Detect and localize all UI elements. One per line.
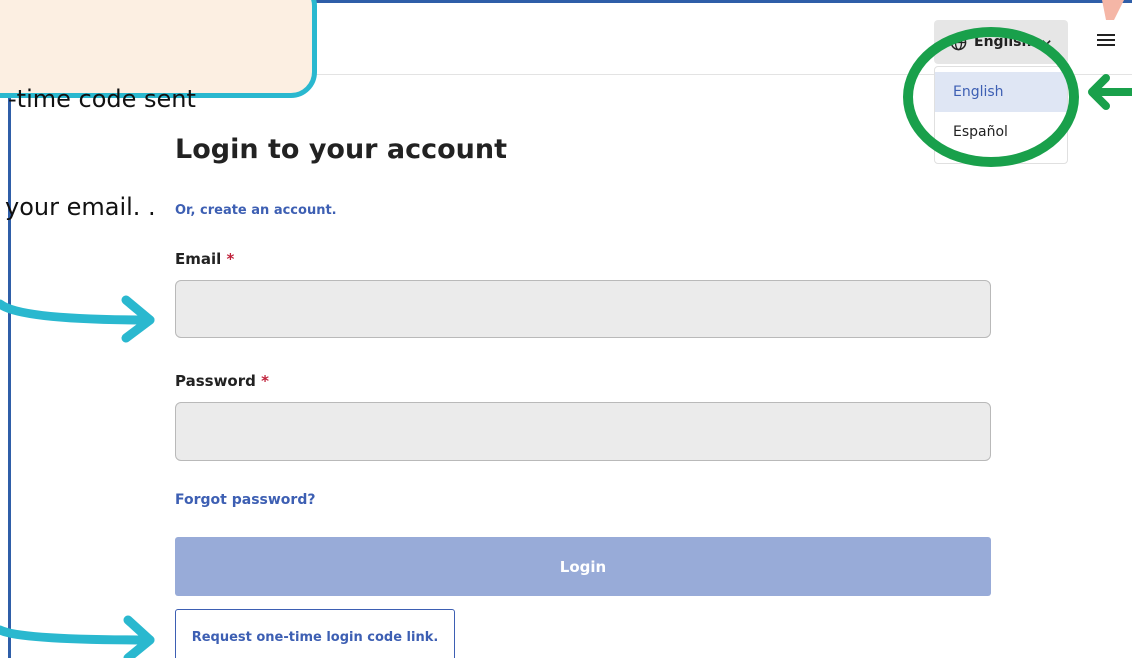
page-title: Login to your account	[175, 134, 508, 165]
annotation-callout: -time code sent your email. .	[0, 0, 317, 221]
required-marker: *	[226, 250, 235, 268]
request-login-code-button[interactable]: Request one-time login code link.	[175, 609, 455, 658]
password-label-text: Password	[175, 372, 256, 390]
login-button[interactable]: Login	[175, 537, 991, 596]
page-top-border	[300, 0, 1132, 3]
email-field[interactable]	[175, 280, 991, 338]
annotation-cyan-arrow-request-code	[0, 615, 155, 658]
create-account-link[interactable]: Or, create an account.	[175, 203, 337, 218]
forgot-password-link[interactable]: Forgot password?	[175, 492, 315, 508]
email-label: Email *	[175, 250, 234, 268]
required-marker: *	[261, 372, 269, 390]
annotation-callout-text: -time code sent your email. .	[5, 9, 196, 297]
annotation-green-circle	[903, 27, 1079, 167]
hamburger-menu-icon[interactable]	[1097, 34, 1115, 48]
password-label: Password *	[175, 372, 269, 390]
annotation-cyan-arrow-email	[0, 295, 155, 343]
email-label-text: Email	[175, 250, 222, 268]
callout-line-1: -time code sent	[8, 85, 196, 113]
annotation-green-arrow	[1088, 74, 1132, 110]
decorative-corner-shape	[1102, 0, 1124, 20]
password-field[interactable]	[175, 402, 991, 461]
callout-line-2: your email. .	[5, 193, 156, 221]
